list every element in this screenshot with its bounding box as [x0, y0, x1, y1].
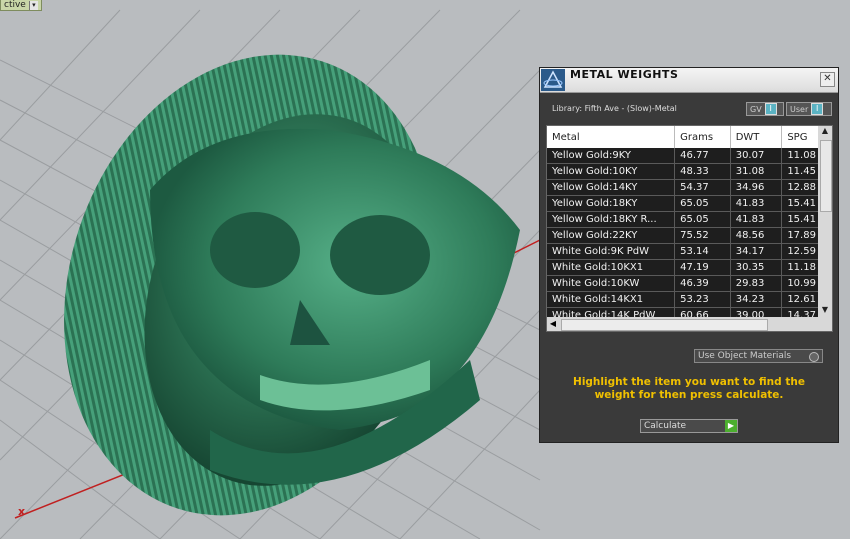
cell-metal: White Gold:10KW	[547, 275, 676, 292]
cell-metal: White Gold:14KX1	[547, 291, 676, 308]
table-row[interactable]: White Gold:14KX1 53.23 34.23 12.61	[547, 291, 832, 308]
cell-metal: Yellow Gold:14KY	[547, 179, 676, 196]
toggle-icon: I	[764, 103, 777, 115]
cell-grams: 46.39	[674, 275, 731, 292]
cell-grams: 48.33	[674, 163, 731, 180]
horizontal-scrollbar[interactable]: ◀	[547, 317, 832, 331]
cell-metal: Yellow Gold:9KY	[547, 148, 676, 164]
cell-dwt: 30.07	[730, 148, 783, 164]
table-row[interactable]: White Gold:10KX1 47.19 30.35 11.18	[547, 259, 832, 276]
gv-toggle[interactable]: GV I	[746, 102, 784, 116]
cell-grams: 53.23	[674, 291, 731, 308]
panel-titlebar[interactable]: METAL WEIGHTS ✕	[540, 68, 838, 93]
gv-label: GV	[750, 104, 762, 114]
cell-metal: Yellow Gold:22KY	[547, 227, 676, 244]
cell-metal: White Gold:9K PdW	[547, 243, 676, 260]
table-row[interactable]: White Gold:9K PdW 53.14 34.17 12.59	[547, 243, 832, 260]
calculate-label: Calculate	[644, 421, 687, 431]
cell-grams: 65.05	[674, 195, 731, 212]
viewport-tab-label: ctive	[4, 0, 26, 10]
column-header-metal[interactable]: Metal	[547, 126, 676, 148]
table-row[interactable]: Yellow Gold:9KY 46.77 30.07 11.08	[547, 148, 832, 164]
cell-dwt: 34.23	[730, 291, 783, 308]
use-object-materials-option[interactable]: Use Object Materials	[694, 349, 823, 363]
metal-weights-panel: METAL WEIGHTS ✕ Library: Fifth Ave - (Sl…	[539, 67, 839, 443]
user-label: User	[790, 104, 809, 114]
play-icon[interactable]: ▶	[725, 420, 737, 432]
cell-dwt: 30.35	[730, 259, 783, 276]
scroll-down-icon[interactable]: ▼	[818, 305, 832, 317]
cell-grams: 54.37	[674, 179, 731, 196]
skull-ring-model[interactable]	[6, 6, 520, 539]
close-icon[interactable]: ✕	[820, 72, 835, 87]
table-row[interactable]: Yellow Gold:10KY 48.33 31.08 11.45	[547, 163, 832, 180]
table-row[interactable]: White Gold:10KW 46.39 29.83 10.99	[547, 275, 832, 292]
cell-dwt: 31.08	[730, 163, 783, 180]
vertical-scrollbar[interactable]: ▲ ▼	[818, 126, 832, 317]
cell-grams: 47.19	[674, 259, 731, 276]
scroll-up-icon[interactable]: ▲	[818, 126, 832, 138]
cell-dwt: 41.83	[730, 195, 783, 212]
metal-table[interactable]: Metal Grams DWT SPG Yellow Gold:9KY 46.77…	[546, 125, 833, 332]
table-row[interactable]: Yellow Gold:22KY 75.52 48.56 17.89	[547, 227, 832, 244]
cell-dwt: 41.83	[730, 211, 783, 228]
cell-metal: Yellow Gold:18KY	[547, 195, 676, 212]
table-row[interactable]: Yellow Gold:14KY 54.37 34.96 12.88	[547, 179, 832, 196]
cell-metal: White Gold:10KX1	[547, 259, 676, 276]
scroll-thumb-horizontal[interactable]	[561, 319, 768, 331]
instruction-text: Highlight the item you want to find the …	[573, 376, 805, 401]
column-header-dwt[interactable]: DWT	[730, 126, 783, 148]
cell-grams: 46.77	[674, 148, 731, 164]
library-label: Library: Fifth Ave - (Slow)-Metal	[552, 104, 677, 113]
table-row[interactable]: Yellow Gold:18KY R... 65.05 41.83 15.41	[547, 211, 832, 228]
panel-title: METAL WEIGHTS	[570, 68, 679, 81]
table-row[interactable]: Yellow Gold:18KY 65.05 41.83 15.41	[547, 195, 832, 212]
cell-grams: 65.05	[674, 211, 731, 228]
toggle-icon: I	[811, 103, 824, 115]
viewport-tab[interactable]: ctive ▾	[0, 0, 42, 11]
radio-icon[interactable]	[809, 352, 819, 362]
cell-metal: Yellow Gold:18KY R...	[547, 211, 676, 228]
cell-dwt: 34.17	[730, 243, 783, 260]
cell-dwt: 29.83	[730, 275, 783, 292]
scroll-left-icon[interactable]: ◀	[547, 317, 559, 331]
x-axis-label: x	[18, 505, 26, 518]
calculate-button[interactable]: Calculate ▶	[640, 419, 738, 433]
user-toggle[interactable]: User I	[786, 102, 832, 116]
cell-dwt: 48.56	[730, 227, 783, 244]
cell-metal: Yellow Gold:10KY	[547, 163, 676, 180]
table-header-row: Metal Grams DWT SPG	[547, 126, 832, 148]
cell-dwt: 34.96	[730, 179, 783, 196]
cell-grams: 75.52	[674, 227, 731, 244]
chevron-down-icon[interactable]: ▾	[28, 0, 38, 10]
scroll-thumb[interactable]	[820, 140, 832, 212]
column-header-grams[interactable]: Grams	[674, 126, 731, 148]
use-object-materials-label: Use Object Materials	[698, 351, 792, 361]
cell-grams: 53.14	[674, 243, 731, 260]
matrix-logo-icon	[541, 69, 565, 91]
